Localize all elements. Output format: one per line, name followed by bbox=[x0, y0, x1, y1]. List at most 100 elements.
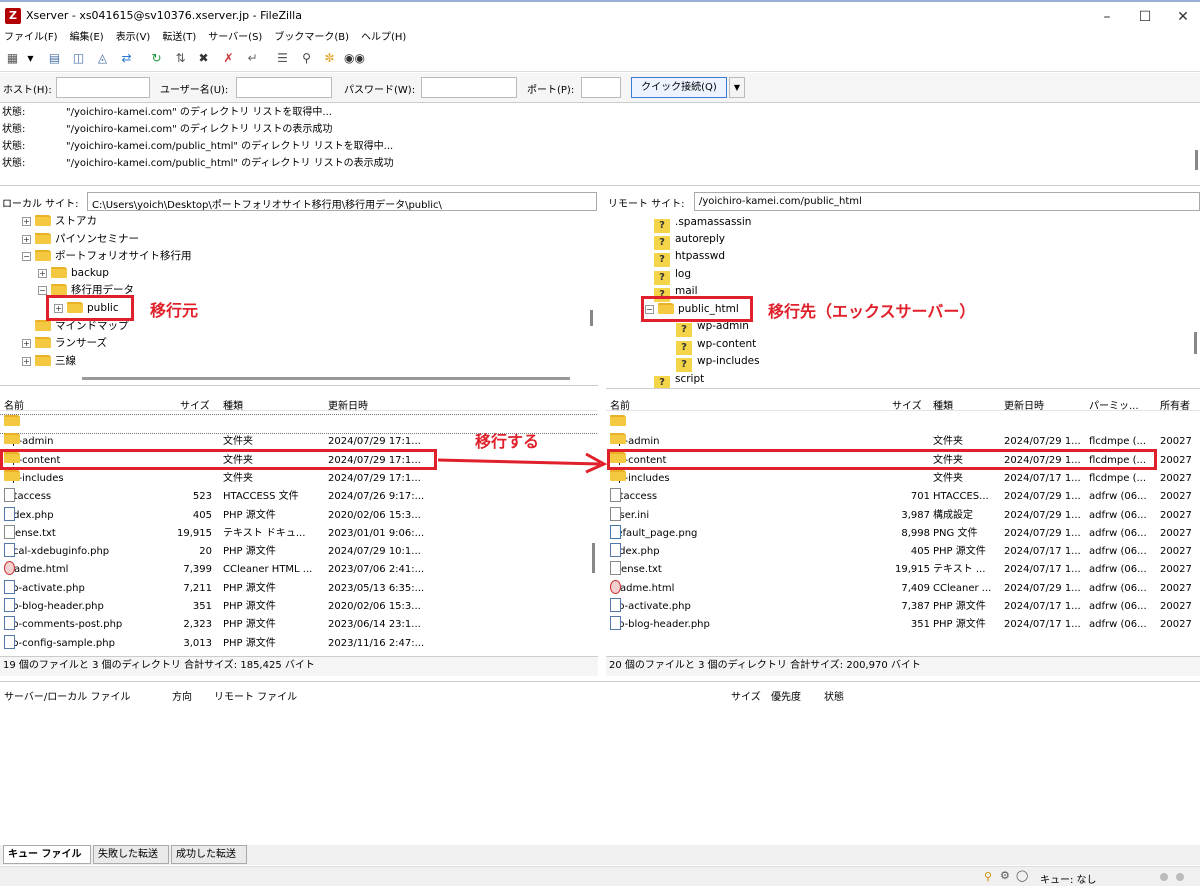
cell-size: 7,399 bbox=[183, 564, 212, 576]
tree-item[interactable]: ? htpasswd bbox=[654, 248, 725, 267]
php-file-icon bbox=[4, 598, 15, 612]
file-row[interactable]: readme.html 7,409 CCleaner ... 2024/07/29 1… bbox=[606, 579, 1200, 598]
col-priority[interactable]: 優先度 bbox=[771, 688, 801, 703]
transfer-queue: サーバー/ローカル ファイル 方向 リモート ファイル サイズ 優先度 状態 bbox=[0, 681, 1200, 845]
tree-item[interactable]: − ポートフォリオサイト移行用 bbox=[22, 248, 192, 265]
toggle-remote-tree-icon[interactable]: ◬ bbox=[94, 50, 111, 67]
file-row[interactable]: local-xdebuginfo.php 20 PHP 源文件 2024/07/29 … bbox=[0, 543, 598, 561]
tree-item[interactable]: + パイソンセミナー bbox=[22, 231, 139, 248]
menu-transfer[interactable]: 転送(T) bbox=[162, 31, 196, 45]
file-row[interactable]: index.php 405 PHP 源文件 2024/07/17 1... adfrw … bbox=[606, 543, 1200, 561]
file-row[interactable]: wp-blog-header.php 351 PHP 源文件 2020/02/06 1… bbox=[0, 598, 598, 616]
log-scrollbar[interactable] bbox=[1195, 150, 1198, 170]
menu-server[interactable]: サーバー(S) bbox=[208, 31, 262, 45]
tree-item[interactable]: ? wp-content bbox=[676, 336, 756, 355]
tab-failed-transfers[interactable]: 失敗した転送 bbox=[93, 845, 169, 864]
file-row[interactable]: index.php 405 PHP 源文件 2020/02/06 15:3... bbox=[0, 506, 598, 525]
minimize-button[interactable]: – bbox=[1092, 6, 1122, 28]
col-date[interactable]: 更新日時 bbox=[1004, 397, 1044, 412]
menu-help[interactable]: ヘルプ(H) bbox=[361, 31, 406, 45]
col-name[interactable]: 名前 bbox=[610, 397, 630, 412]
col-size[interactable]: サイズ bbox=[892, 397, 922, 412]
menu-edit[interactable]: 編集(E) bbox=[70, 31, 104, 45]
toggle-log-icon[interactable]: ▤ bbox=[46, 50, 63, 67]
col-remote-file[interactable]: リモート ファイル bbox=[214, 688, 297, 703]
local-list-scrollbar[interactable] bbox=[592, 543, 595, 573]
filter-icon[interactable]: ☰ bbox=[274, 50, 291, 67]
disconnect-icon[interactable]: ✗ bbox=[220, 50, 237, 67]
cell-size: 3,013 bbox=[183, 637, 212, 649]
tree-item[interactable]: ? script bbox=[654, 371, 704, 388]
file-row[interactable]: .htaccess 701 HTACCES... 2024/07/29 1... adf… bbox=[606, 488, 1200, 506]
binoculars-icon[interactable]: ◉◉ bbox=[344, 50, 365, 67]
reconnect-icon[interactable]: ↵ bbox=[244, 50, 261, 67]
file-row[interactable]: .user.ini 3,987 構成設定 2024/07/29 1... adfrw (… bbox=[606, 506, 1200, 525]
file-row[interactable]: wp-comments-post.php 2,323 PHP 源文件 2023/06/… bbox=[0, 616, 598, 634]
file-row[interactable]: default_page.png 8,998 PNG 文件 2024/07/29 1.… bbox=[606, 524, 1200, 543]
bottom-status-bar: ⚲ ⚙ ◯ キュー: なし bbox=[0, 866, 1200, 886]
quick-connect-dropdown-icon[interactable]: ▼ bbox=[729, 77, 745, 98]
file-row[interactable]: wp-config-sample.php 3,013 PHP 源文件 2023/11/… bbox=[0, 634, 598, 653]
site-manager-icon[interactable]: ▦ bbox=[4, 50, 21, 67]
file-row[interactable]: wp-activate.php 7,211 PHP 源文件 2023/05/13 6:… bbox=[0, 579, 598, 598]
tree-item[interactable]: + backup bbox=[38, 265, 109, 282]
cell-owner: 20027 bbox=[1160, 454, 1192, 466]
remote-tree-scrollbar[interactable] bbox=[1194, 332, 1197, 354]
tree-item[interactable]: + ランサーズ bbox=[22, 335, 107, 352]
close-button[interactable]: ✕ bbox=[1168, 6, 1198, 28]
file-row[interactable]: wp-activate.php 7,387 PHP 源文件 2024/07/17 1.… bbox=[606, 598, 1200, 616]
col-server-local-file[interactable]: サーバー/ローカル ファイル bbox=[4, 688, 130, 703]
php-file-icon bbox=[610, 598, 621, 612]
refresh-icon[interactable]: ↻ bbox=[148, 50, 165, 67]
cancel-operation-icon[interactable]: ✖ bbox=[195, 50, 212, 67]
toggle-queue-icon[interactable]: ⇄ bbox=[118, 50, 135, 67]
collapse-icon: − bbox=[22, 252, 31, 261]
file-row[interactable]: .htaccess 523 HTACCESS 文件 2024/07/26 9:17:.… bbox=[0, 488, 598, 506]
tab-successful-transfers[interactable]: 成功した転送 bbox=[171, 845, 247, 864]
password-input[interactable] bbox=[421, 77, 517, 98]
menu-bookmarks[interactable]: ブックマーク(B) bbox=[274, 31, 349, 45]
col-name[interactable]: 名前 bbox=[4, 397, 24, 412]
remote-path-input[interactable]: /yoichiro-kamei.com/public_html bbox=[694, 192, 1200, 211]
toggle-local-tree-icon[interactable]: ◫ bbox=[70, 50, 87, 67]
col-size[interactable]: サイズ bbox=[180, 397, 210, 412]
col-date[interactable]: 更新日時 bbox=[328, 397, 368, 412]
folder-icon bbox=[51, 284, 67, 295]
process-queue-icon[interactable]: ⇅ bbox=[172, 50, 189, 67]
tree-item[interactable]: + ストアカ bbox=[22, 213, 97, 230]
tree-item[interactable]: ? wp-includes bbox=[676, 353, 760, 372]
port-input[interactable] bbox=[581, 77, 621, 98]
file-row[interactable]: wp-blog-header.php 351 PHP 源文件 2024/07/17 1… bbox=[606, 616, 1200, 634]
col-status[interactable]: 状態 bbox=[824, 688, 844, 703]
sync-browse-icon[interactable]: ✼ bbox=[321, 50, 338, 67]
file-row[interactable]: wp-includes 文件夹 2024/07/17 1... flcdmpe (..… bbox=[606, 469, 1200, 488]
quick-connect-button[interactable]: クイック接続(Q) bbox=[631, 77, 727, 98]
tab-queued-files[interactable]: キュー ファイル bbox=[3, 845, 91, 864]
col-type[interactable]: 種類 bbox=[223, 397, 243, 412]
col-owner[interactable]: 所有者 bbox=[1160, 397, 1190, 412]
username-input[interactable] bbox=[236, 77, 332, 98]
maximize-button[interactable]: ☐ bbox=[1130, 6, 1160, 28]
col-direction[interactable]: 方向 bbox=[172, 688, 192, 703]
host-input[interactable] bbox=[56, 77, 150, 98]
file-row[interactable]: .. bbox=[606, 415, 1200, 433]
tree-item[interactable]: ? .spamassassin bbox=[654, 214, 751, 233]
folder-icon bbox=[35, 355, 51, 366]
col-size[interactable]: サイズ bbox=[731, 688, 761, 703]
local-tree-hscrollbar[interactable] bbox=[82, 377, 570, 380]
menu-file[interactable]: ファイル(F) bbox=[4, 31, 58, 45]
file-row[interactable]: readme.html 7,399 CCleaner HTML ... 2023/07… bbox=[0, 561, 598, 579]
col-permissions[interactable]: パーミッ... bbox=[1089, 397, 1139, 412]
file-row[interactable]: license.txt 19,915 テキスト ... 2024/07/17 1...… bbox=[606, 561, 1200, 579]
tree-item[interactable]: ? log bbox=[654, 266, 691, 285]
speed-limit-icon: ◯ bbox=[1016, 869, 1029, 882]
tree-item[interactable]: + 三線 bbox=[22, 353, 76, 370]
file-row[interactable]: license.txt 19,915 テキスト ドキュ... 2023/01/01 9… bbox=[0, 524, 598, 543]
tree-item[interactable]: ? autoreply bbox=[654, 231, 725, 250]
col-type[interactable]: 種類 bbox=[933, 397, 953, 412]
search-files-icon[interactable]: ⚲ bbox=[298, 50, 315, 67]
local-path-input[interactable]: C:\Users\yoich\Desktop\ポートフォリオサイト移行用\移行用… bbox=[87, 192, 597, 211]
site-manager-dropdown-icon[interactable]: ▼ bbox=[22, 50, 39, 67]
menu-view[interactable]: 表示(V) bbox=[116, 31, 151, 45]
local-tree-scrollbar[interactable] bbox=[590, 310, 593, 326]
